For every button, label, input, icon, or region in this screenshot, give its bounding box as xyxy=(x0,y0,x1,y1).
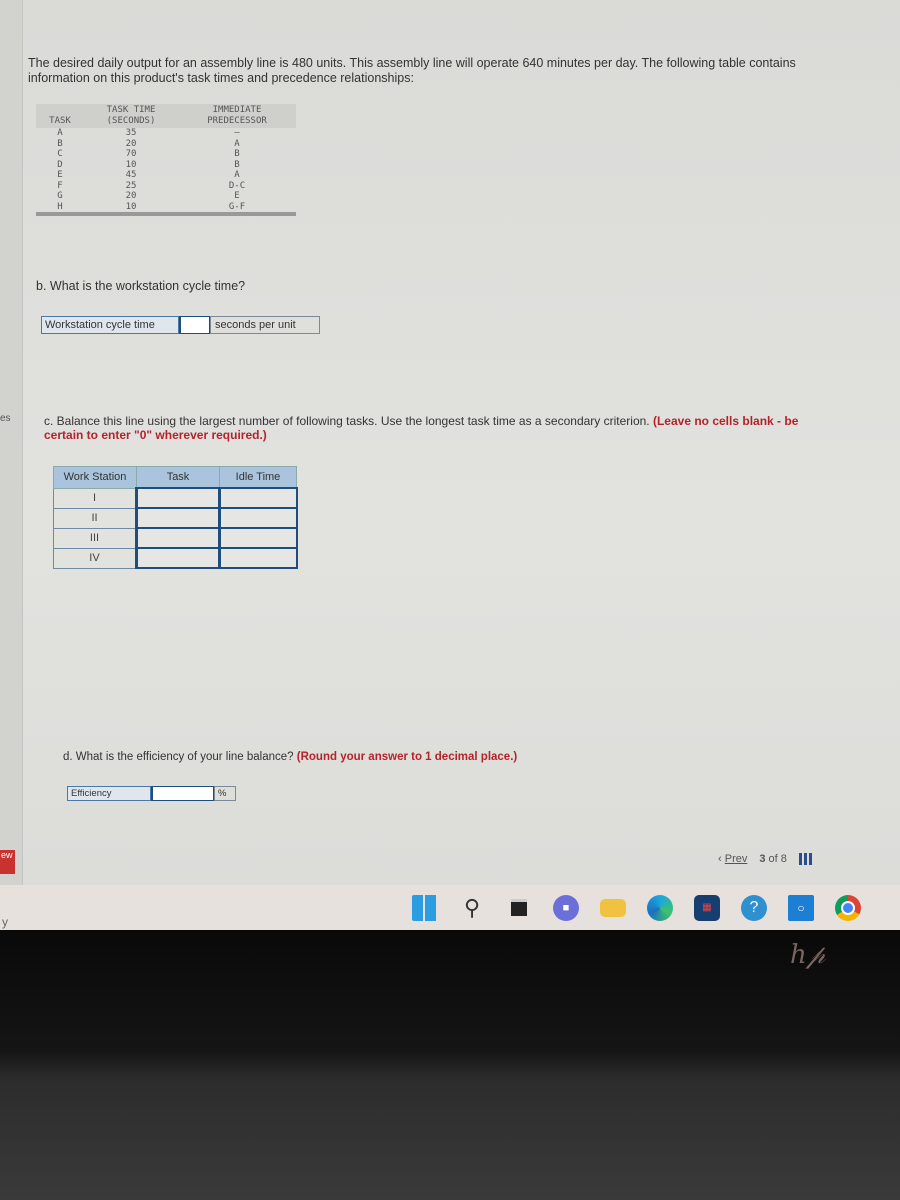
table-cell: – xyxy=(234,128,240,138)
pagination: ‹ Prev 3 of 8 xyxy=(718,853,813,865)
table-row: F 25 D-C xyxy=(36,181,296,192)
station-label: III xyxy=(53,527,137,549)
table-row: A 35 – xyxy=(36,128,296,139)
efficiency-row: Efficiency % xyxy=(67,786,236,801)
taskbar: ⚲ ■ ▦ ? ○ xyxy=(0,885,900,930)
table-row: H 10 G-F xyxy=(36,202,296,215)
table-cell: D xyxy=(57,159,63,170)
table-cell: F xyxy=(57,180,63,191)
teams-chat-icon[interactable]: ■ xyxy=(553,894,579,921)
laptop-bezel: y xyxy=(0,915,900,1200)
task-view-icon[interactable] xyxy=(506,895,532,921)
table-cell: B xyxy=(234,149,240,159)
table-row: G 20 E xyxy=(36,191,296,202)
table-cell: H xyxy=(57,201,63,212)
sidebar-badge[interactable]: ew xyxy=(0,850,15,874)
table-cell: C xyxy=(57,149,63,159)
idle-time-input[interactable] xyxy=(218,487,298,509)
workstation-table: Work Station Task Idle Time I II III IV xyxy=(53,466,298,569)
table-cell: B xyxy=(57,138,63,149)
windows-start-icon[interactable] xyxy=(412,894,438,921)
table-cell: 70 xyxy=(125,149,137,159)
browser-content: es ew The desired daily output for an as… xyxy=(0,0,900,885)
station-label: I xyxy=(53,487,137,509)
table-cell: E xyxy=(57,170,63,180)
table-cell: B xyxy=(234,159,240,170)
table-cell: 20 xyxy=(125,191,137,201)
cycle-time-row: Workstation cycle time seconds per unit xyxy=(41,316,320,334)
question-b: b. What is the workstation cycle time? xyxy=(36,279,246,293)
header-task: Task xyxy=(136,466,220,489)
header-idle-time: Idle Time xyxy=(219,466,297,489)
idle-time-input[interactable] xyxy=(218,507,298,529)
table-cell: E xyxy=(234,191,240,201)
question-c: c. Balance this line using the largest n… xyxy=(44,414,834,442)
workstation-row: I xyxy=(53,487,298,509)
header-predecessor: IMMEDIATE PREDECESSOR xyxy=(178,104,296,128)
current-page: 3 xyxy=(759,853,766,865)
workstation-row: II xyxy=(53,507,298,529)
chrome-icon[interactable] xyxy=(835,894,861,921)
cortana-icon[interactable]: ○ xyxy=(788,894,814,921)
efficiency-unit: % xyxy=(214,786,236,801)
cycle-time-label: Workstation cycle time xyxy=(41,316,179,334)
workstation-row: IV xyxy=(53,547,298,569)
task-input[interactable] xyxy=(135,527,221,549)
file-explorer-icon[interactable] xyxy=(600,898,626,917)
sidebar-text: es xyxy=(0,413,11,424)
table-cell: 10 xyxy=(125,201,137,212)
edge-icon[interactable] xyxy=(647,894,673,921)
search-icon[interactable]: ⚲ xyxy=(459,895,485,921)
task-input[interactable] xyxy=(135,487,221,509)
chevron-left-icon: ‹ xyxy=(718,853,722,865)
page-total: of 8 xyxy=(768,853,787,865)
page-indicator: 3 of 8 xyxy=(759,853,787,865)
efficiency-label: Efficiency xyxy=(67,786,151,801)
task-input[interactable] xyxy=(135,507,221,529)
table-cell: 35 xyxy=(125,128,137,138)
table-cell: D-C xyxy=(228,180,246,191)
station-label: II xyxy=(53,507,137,529)
table-cell: 25 xyxy=(125,180,137,191)
sidebar-text: y xyxy=(2,915,8,929)
prev-label: Prev xyxy=(724,853,748,865)
grid-icon[interactable] xyxy=(798,853,813,865)
table-row: E 45 A xyxy=(36,170,296,181)
microsoft-store-icon[interactable]: ▦ xyxy=(694,894,720,921)
hp-logo: ℎ𝓅 xyxy=(790,940,826,970)
table-cell: G xyxy=(57,191,63,201)
table-cell: A xyxy=(57,128,63,138)
idle-time-input[interactable] xyxy=(218,547,298,569)
help-icon[interactable]: ? xyxy=(741,894,767,921)
table-cell: A xyxy=(234,170,240,180)
task-table: TASK TASK TIME (SECONDS) IMMEDIATE PREDE… xyxy=(36,104,296,216)
station-label: IV xyxy=(53,547,137,569)
table-cell: 45 xyxy=(125,170,137,180)
table-row: D 10 B xyxy=(36,160,296,171)
header-task-time: TASK TIME (SECONDS) xyxy=(84,104,178,128)
left-sidebar-strip: es ew xyxy=(0,0,23,885)
question-c-text: c. Balance this line using the largest n… xyxy=(44,414,650,428)
cycle-time-input[interactable] xyxy=(179,316,210,334)
table-cell: G-F xyxy=(228,201,246,212)
table-cell: 20 xyxy=(125,138,137,149)
cycle-time-unit: seconds per unit xyxy=(210,316,320,334)
header-work-station: Work Station xyxy=(53,466,137,489)
table-row: C 70 B xyxy=(36,149,296,160)
prev-button[interactable]: ‹ Prev xyxy=(718,853,747,865)
idle-time-input[interactable] xyxy=(218,527,298,549)
table-cell: 10 xyxy=(125,159,137,170)
efficiency-input[interactable] xyxy=(151,786,214,801)
table-row: B 20 A xyxy=(36,139,296,150)
table-cell: A xyxy=(234,138,240,149)
header-task: TASK xyxy=(36,104,84,128)
problem-intro: The desired daily output for an assembly… xyxy=(28,56,796,85)
task-input[interactable] xyxy=(135,547,221,569)
question-d-instruction: (Round your answer to 1 decimal place.) xyxy=(296,751,518,763)
question-d-text: d. What is the efficiency of your line b… xyxy=(63,751,294,763)
workstation-row: III xyxy=(53,527,298,549)
question-d: d. What is the efficiency of your line b… xyxy=(63,751,517,763)
